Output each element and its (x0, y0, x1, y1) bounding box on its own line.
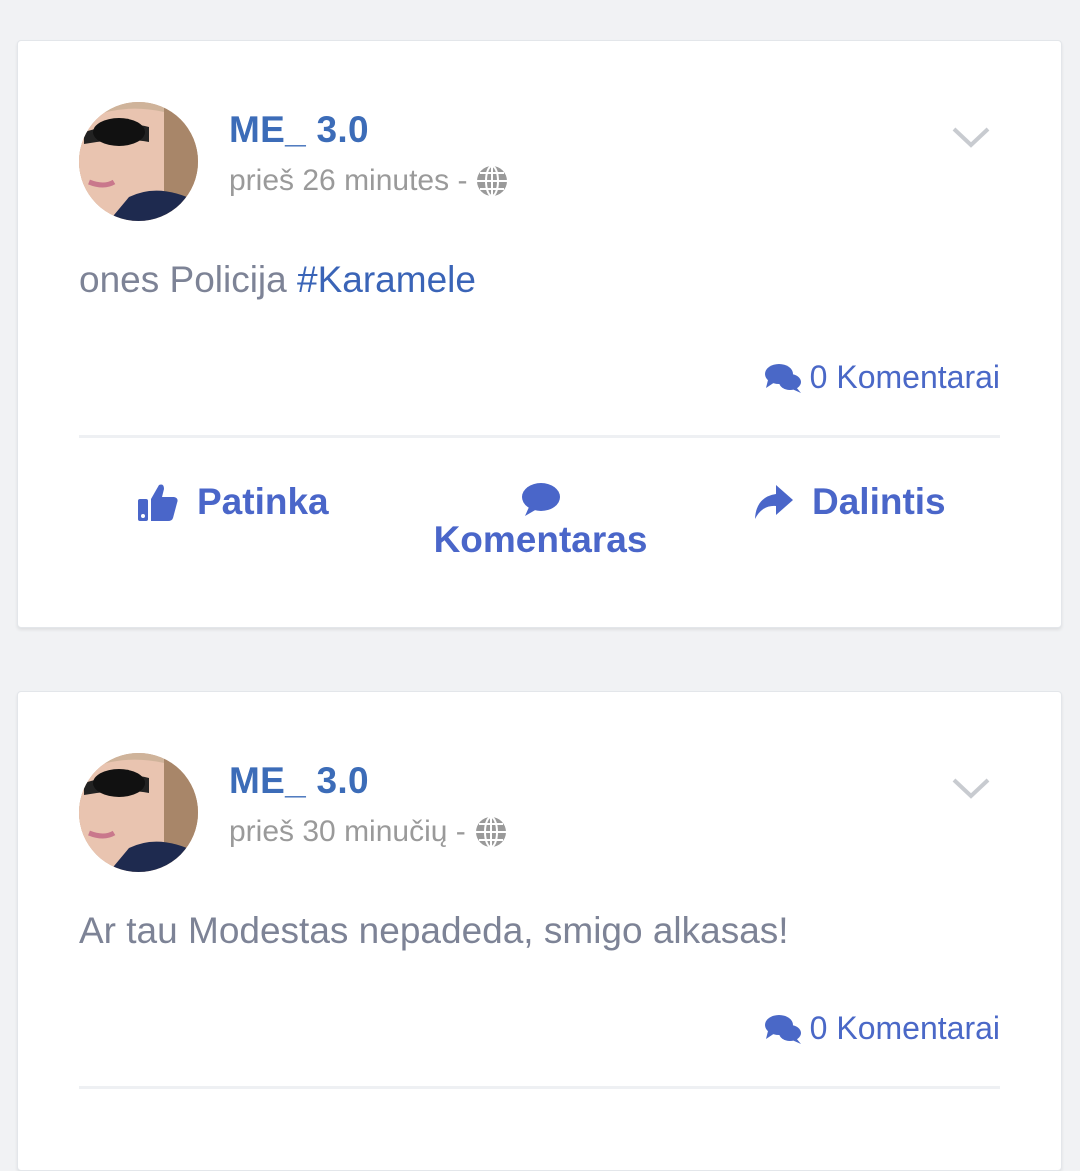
comments-count[interactable]: 0 Komentarai (764, 1010, 1000, 1047)
share-arrow-icon (755, 485, 793, 519)
avatar[interactable] (79, 753, 198, 872)
globe-icon (475, 816, 506, 848)
chevron-down-icon[interactable] (951, 774, 991, 804)
share-button[interactable]: Dalintis (752, 481, 946, 523)
post-card: ME_ 3.0 prieš 26 minutes - ones Policija… (17, 40, 1062, 628)
comment-label: Komentaras (433, 519, 648, 560)
author-name[interactable]: ME_ 3.0 (229, 109, 369, 151)
globe-icon (477, 165, 508, 197)
avatar[interactable] (79, 102, 198, 221)
share-label: Dalintis (812, 481, 946, 522)
comments-count-label: 0 Komentarai (809, 359, 1000, 395)
like-button[interactable]: Patinka (137, 481, 329, 523)
like-label: Patinka (197, 481, 329, 522)
post-text: ones Policija #Karamele (79, 259, 476, 301)
divider (79, 435, 1000, 438)
comment-bubble-icon (521, 483, 560, 516)
thumbs-up-icon (138, 484, 178, 521)
post-meta: prieš 30 minučių - (229, 815, 508, 849)
post-card: ME_ 3.0 prieš 30 minučių - Ar tau Modest… (17, 691, 1062, 1171)
divider (79, 1086, 1000, 1089)
author-name[interactable]: ME_ 3.0 (229, 760, 369, 802)
hashtag-link[interactable]: #Karamele (297, 259, 476, 300)
post-text: Ar tau Modestas nepadeda, smigo alkasas! (79, 910, 789, 951)
comment-button[interactable]: Komentaras (418, 481, 663, 561)
post-time: prieš 30 minučių - (229, 815, 466, 848)
post-time: prieš 26 minutes - (229, 164, 468, 197)
post-meta: prieš 26 minutes - (229, 164, 509, 198)
comments-icon (764, 363, 801, 393)
post-body: ones Policija (79, 259, 298, 300)
comments-icon (764, 1014, 801, 1044)
comments-count[interactable]: 0 Komentarai (764, 359, 1000, 396)
chevron-down-icon[interactable] (951, 123, 991, 153)
comments-count-label: 0 Komentarai (809, 1010, 1000, 1046)
